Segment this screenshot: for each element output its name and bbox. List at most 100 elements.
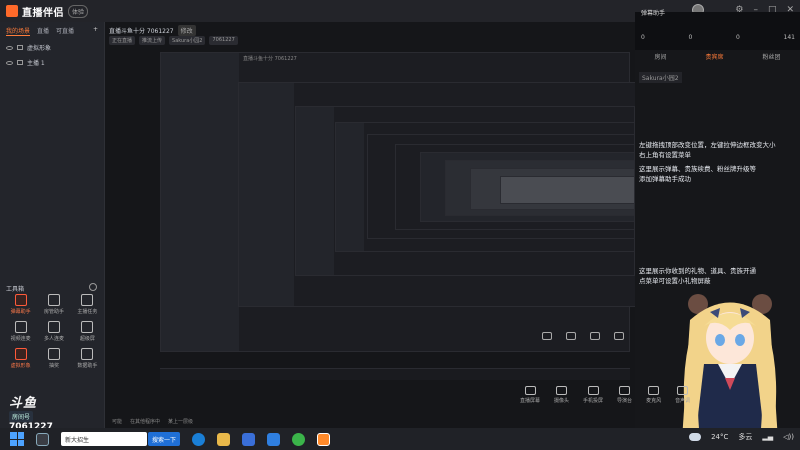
tool-label: 摄像头 <box>554 398 570 404</box>
tool-item[interactable]: 抽奖 <box>37 348 70 369</box>
room-meta-item: 正在直播 <box>109 36 136 45</box>
weather-icon <box>689 433 702 441</box>
microphone-button[interactable]: 麦克风 <box>646 386 661 404</box>
director-button[interactable]: 导演台 <box>617 386 632 404</box>
vtuber-avatar <box>682 294 778 450</box>
stat-value: 0 <box>641 34 645 41</box>
audio-button[interactable]: 音声调 <box>675 386 690 404</box>
eye-icon[interactable] <box>6 60 13 65</box>
file-explorer-icon[interactable] <box>217 432 231 446</box>
toolbox-grid: 弹幕助手 房管助手 主播任务视频连麦 多人连麦 超级屏虚拟形象 抽奖 数据助手 <box>4 294 104 369</box>
temperature: 24°C <box>711 433 729 441</box>
stat-value: 0 <box>736 34 740 41</box>
tool-item[interactable]: 超级屏 <box>71 321 104 342</box>
tool-item[interactable]: 弹幕助手 <box>4 294 37 315</box>
search-text: 新大招生 <box>65 436 90 444</box>
help-line: 点菜单可设置小礼物屏蔽 <box>639 277 711 286</box>
edge-browser-icon[interactable] <box>192 432 206 446</box>
mirror-title: 直播斗鱼十分 7061227 <box>243 56 297 62</box>
tool-icon <box>81 348 94 360</box>
help-text-3: 这里展示你收到的礼物、道具、贵族开通 点菜单可设置小礼物屏蔽 <box>639 266 795 287</box>
tool-item[interactable]: 多人连麦 <box>37 321 70 342</box>
phone-cast-button[interactable]: 手机投屏 <box>583 386 603 404</box>
tool-label: 麦克风 <box>646 398 662 404</box>
live-preview[interactable]: 直播斗鱼十分 7061227 修改 正在直播 推流上传 Sakura小园2 70… <box>105 22 635 428</box>
weather-text: 多云 <box>738 433 753 441</box>
tool-label: 多人连麦 <box>43 336 64 342</box>
tab-vip[interactable]: 贵宾席 <box>705 52 723 64</box>
tool-label: 抽奖 <box>48 363 59 369</box>
lock-icon[interactable] <box>17 45 23 50</box>
mirror-sidebar <box>161 53 239 351</box>
room-title: 直播斗鱼十分 7061227 <box>109 28 174 35</box>
tool-item[interactable]: 数据助手 <box>71 348 104 369</box>
toolbox-more-icon[interactable] <box>89 283 97 291</box>
lock-icon[interactable] <box>17 60 23 65</box>
live-companion-icon[interactable] <box>317 432 331 446</box>
mirror-control <box>542 332 552 340</box>
ticker-item: 在其他程序中 <box>130 418 161 425</box>
tool-label: 导演台 <box>617 398 633 404</box>
network-icon[interactable]: ▂▄ <box>762 433 773 441</box>
volume-icon[interactable]: ◁)) <box>783 433 794 441</box>
taskbar: 新大招生 搜索一下 24°C 多云 ▂▄ ◁)) <box>0 428 800 450</box>
version-badge[interactable]: 体验 <box>68 4 89 18</box>
store-icon[interactable] <box>242 432 256 446</box>
scene-item-virtual[interactable]: 虚拟形象 <box>0 40 104 55</box>
search-button[interactable]: 搜索一下 <box>148 432 181 446</box>
tool-label: 虚拟形象 <box>10 363 31 369</box>
room-info: 直播斗鱼十分 7061227 修改 <box>109 25 196 36</box>
scene-tabs: 我的场景 直播 可直播 + <box>0 22 104 40</box>
help-line: 这里展示弹幕、贵族续费、粉丝牌升级等 <box>639 165 756 173</box>
stat-value: 141 <box>783 34 795 41</box>
scene-label: 虚拟形象 <box>27 45 52 52</box>
room-meta-item: Sakura小园2 <box>169 36 206 45</box>
mail-icon[interactable] <box>267 432 281 446</box>
add-scene-icon[interactable]: + <box>93 26 98 36</box>
camera-button[interactable]: 摄像头 <box>554 386 569 404</box>
tool-label: 弹幕助手 <box>10 309 31 315</box>
tool-label: 视频连麦 <box>10 336 31 342</box>
room-meta: 正在直播 推流上传 Sakura小园2 7061227 <box>109 36 238 45</box>
tool-icon <box>14 348 27 360</box>
live-controls: 直播屏幕 摄像头 手机投屏 导演台 麦克风 音声调 <box>520 386 690 404</box>
tool-item[interactable]: 视频连麦 <box>4 321 37 342</box>
tab-available[interactable]: 可直播 <box>56 26 74 36</box>
ticker-item: 可能 <box>112 418 123 425</box>
tab-room[interactable]: 房间 <box>654 52 666 64</box>
search-input[interactable]: 新大招生 <box>61 432 147 446</box>
tool-icon <box>14 294 27 306</box>
eye-icon[interactable] <box>6 45 13 50</box>
scene-item-anchor[interactable]: 主播 1 <box>0 55 104 70</box>
tool-item[interactable]: 主播任务 <box>71 294 104 315</box>
ticker-item: 某上一层级 <box>168 418 194 425</box>
tab-my-scenes[interactable]: 我的场景 <box>6 26 31 36</box>
tool-label: 房管助手 <box>43 309 64 315</box>
windows-start-icon[interactable] <box>10 432 24 446</box>
app-green-icon[interactable] <box>292 432 306 446</box>
help-line: 右上角有设置菜单 <box>639 151 691 160</box>
mirror-sidebar <box>239 83 294 306</box>
edit-room-button[interactable]: 修改 <box>177 25 196 36</box>
mirror-control <box>566 332 576 340</box>
tab-live[interactable]: 直播 <box>37 26 49 36</box>
help-line: 添加弹幕助手成功 <box>639 175 691 184</box>
tool-label: 直播屏幕 <box>520 398 541 404</box>
tool-label: 数据助手 <box>77 363 98 369</box>
task-view-icon[interactable] <box>36 432 49 446</box>
tab-fans[interactable]: 粉丝团 <box>762 52 780 64</box>
help-text-2: 这里展示弹幕、贵族续费、粉丝牌升级等 添加弹幕助手成功 <box>639 164 795 185</box>
tool-label: 手机投屏 <box>583 398 604 404</box>
notice-ticker: 可能 在其他程序中 某上一层级 <box>0 416 800 426</box>
screen-share-button[interactable]: 直播屏幕 <box>520 386 540 404</box>
chat-user: Sakura小园2 <box>639 72 682 83</box>
tool-icon <box>47 321 60 333</box>
room-meta-item: 7061227 <box>209 36 238 45</box>
danmu-stats: 0 0 0 141 <box>641 34 795 41</box>
tool-item[interactable]: 虚拟形象 <box>4 348 37 369</box>
tool-item[interactable]: 房管助手 <box>37 294 70 315</box>
danmu-header: 弹幕助手 <box>635 10 800 50</box>
tool-icon <box>81 294 94 306</box>
toolbox-title: 工具箱 <box>6 286 25 293</box>
mirror-control <box>590 332 600 340</box>
